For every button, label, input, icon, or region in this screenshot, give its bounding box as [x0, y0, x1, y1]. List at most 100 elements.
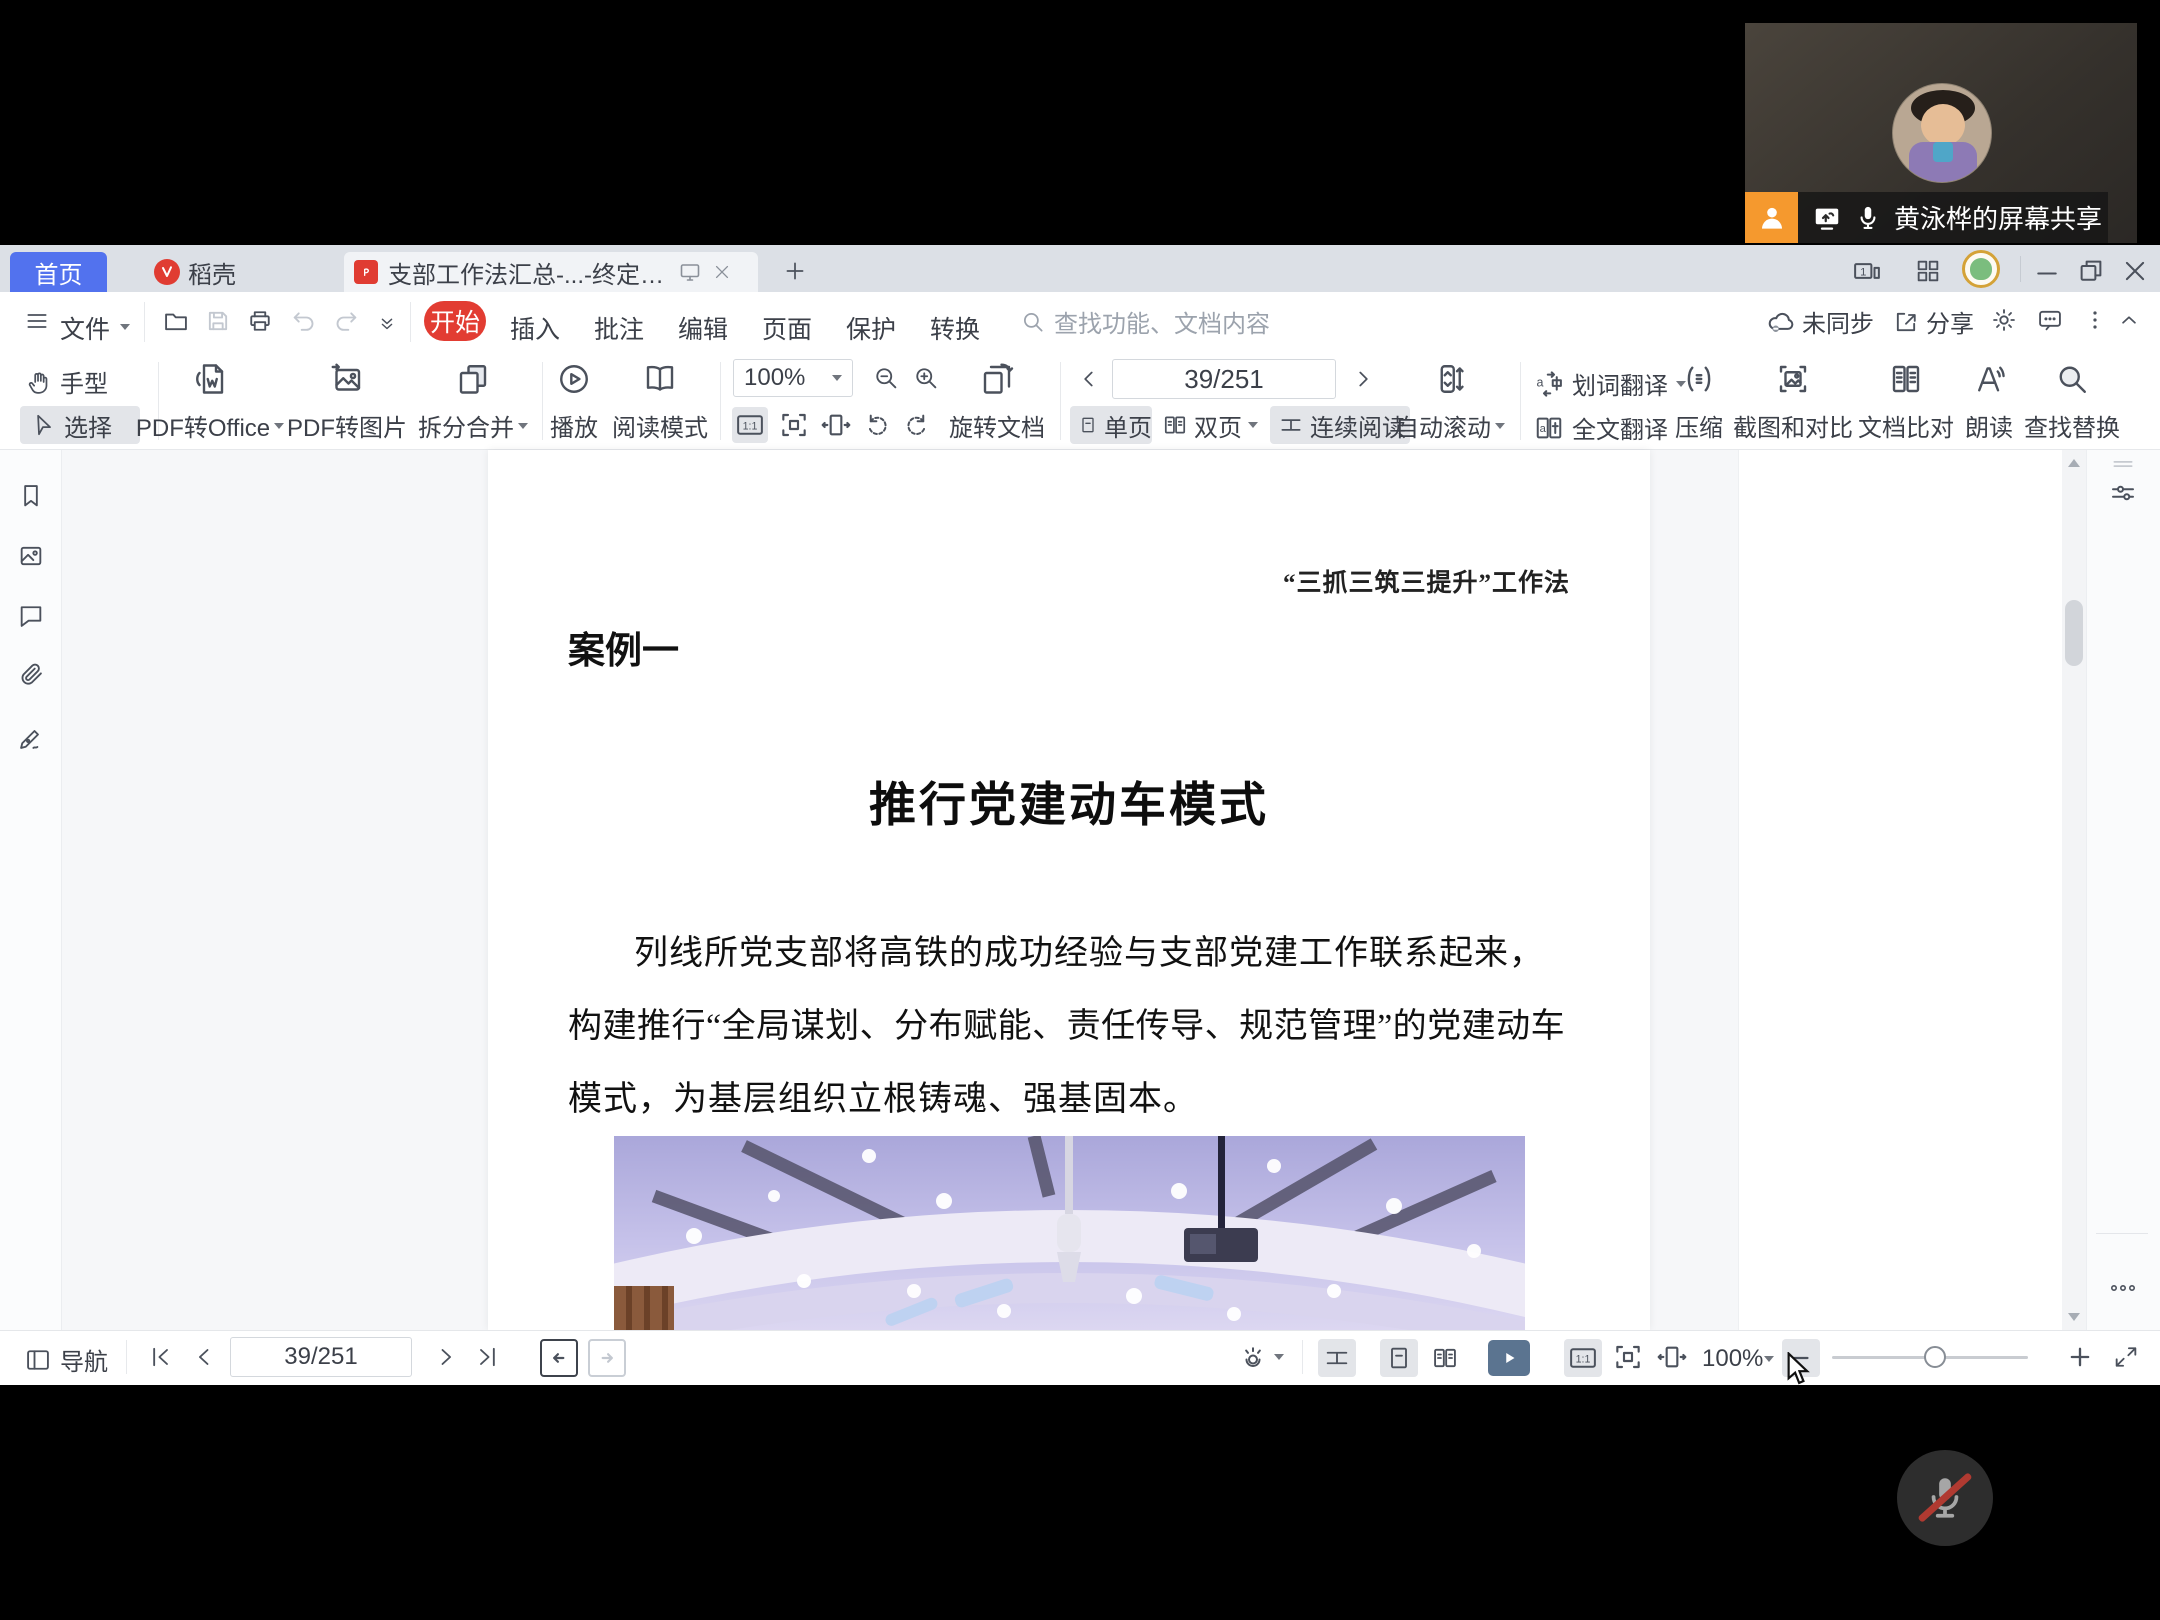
history-back-button[interactable] [540, 1339, 578, 1377]
compress-tool[interactable]: 压缩 [1668, 358, 1730, 446]
file-menu[interactable]: 文件 [60, 310, 110, 346]
minimize-icon[interactable] [2032, 256, 2062, 286]
pdf-to-image-tool[interactable]: PDF转图片 [286, 358, 408, 446]
sync-status[interactable]: 未同步 [1766, 304, 1874, 339]
read-aloud-tool[interactable]: 朗读 [1960, 358, 2018, 446]
scrollbar-thumb[interactable] [2065, 600, 2083, 666]
search-box[interactable]: 查找功能、文档内容 [1020, 304, 1270, 339]
tab-document[interactable]: 支部工作法汇总-...-终定稿.pdf [344, 252, 758, 292]
rail-adjust-sliders-icon[interactable] [2108, 478, 2138, 508]
last-page-icon[interactable] [474, 1343, 502, 1371]
fullscreen-icon[interactable] [2112, 1343, 2140, 1371]
eye-protect-toggle[interactable] [1238, 1342, 1284, 1372]
screenshot-compare-tool[interactable]: 截图和对比 [1730, 358, 1856, 446]
fit-width-icon[interactable] [820, 409, 852, 441]
signature-panel-icon[interactable] [17, 724, 45, 752]
collapse-ribbon-icon[interactable] [2116, 307, 2142, 333]
save-icon[interactable] [204, 307, 232, 335]
open-file-icon[interactable] [162, 307, 190, 335]
play-tool[interactable]: 播放 [546, 358, 602, 446]
right-tool-rail [2086, 450, 2160, 1330]
ribbon-tab-page[interactable]: 页面 [762, 310, 812, 346]
zoom-slider-knob[interactable] [1924, 1346, 1946, 1368]
double-page-button[interactable]: 双页 [1158, 406, 1264, 444]
doc-compare-tool[interactable]: 文档比对 [1856, 358, 1956, 446]
status-continuous-button[interactable] [1318, 1339, 1356, 1377]
actual-size-button[interactable]: 1:1 [732, 407, 768, 443]
rail-drag-handle-icon[interactable] [2110, 457, 2136, 471]
fit-page-icon[interactable] [1612, 1341, 1644, 1373]
settings-gear-icon[interactable] [1990, 306, 2018, 334]
auto-scroll-tool[interactable]: 自动滚动 [1392, 358, 1508, 446]
ribbon-tab-start[interactable]: 开始 [424, 301, 486, 341]
redo-icon[interactable] [332, 307, 360, 335]
fit-page-icon[interactable] [778, 409, 810, 441]
comments-panel-icon[interactable] [17, 602, 45, 630]
find-replace-tool[interactable]: 查找替换 [2020, 358, 2124, 446]
single-window-icon[interactable]: 1 [1852, 256, 1882, 286]
status-play-button[interactable] [1488, 1340, 1530, 1376]
full-translate-tool[interactable]: a 全文翻译 [1534, 410, 1668, 445]
zoom-plus-icon[interactable] [2066, 1343, 2094, 1371]
close-tab-icon[interactable] [712, 262, 732, 282]
status-page-box[interactable]: 39/251 [230, 1337, 412, 1377]
zoom-out-icon[interactable] [872, 364, 900, 392]
tab-grid-icon[interactable] [1914, 257, 1942, 285]
rotate-ccw-icon[interactable] [862, 410, 892, 440]
rotate-doc-tool[interactable]: 旋转文档 [944, 358, 1050, 446]
share-button[interactable]: 分享 [1892, 304, 1974, 339]
print-icon[interactable] [246, 307, 274, 335]
ribbon-tab-convert[interactable]: 转换 [930, 310, 980, 346]
new-tab-icon[interactable] [782, 258, 808, 284]
scroll-up-icon[interactable] [2067, 458, 2081, 468]
fit-width-icon[interactable] [1656, 1341, 1688, 1373]
zoom-in-icon[interactable] [912, 364, 940, 392]
status-double-page-button[interactable] [1426, 1339, 1464, 1377]
next-page-icon[interactable] [432, 1343, 460, 1371]
word-translate-tool[interactable]: a 划词翻译 [1534, 366, 1686, 401]
navigation-toggle[interactable]: 导航 [24, 1342, 108, 1377]
toolbar-divider [542, 362, 543, 440]
select-tool[interactable]: 选择 [20, 406, 140, 444]
single-page-button[interactable]: 单页 [1070, 406, 1152, 444]
prev-page-icon[interactable] [1076, 366, 1102, 392]
more-commands-icon[interactable] [376, 312, 398, 334]
status-actual-size-button[interactable]: 1:1 [1564, 1339, 1602, 1377]
ribbon-tab-protect[interactable]: 保护 [846, 310, 896, 346]
bookmarks-panel-icon[interactable] [17, 482, 45, 510]
ribbon-tab-edit[interactable]: 编辑 [678, 310, 728, 346]
reading-mode-tool[interactable]: 阅读模式 [608, 358, 712, 446]
split-merge-tool[interactable]: 拆分合并 [412, 358, 534, 446]
scroll-down-icon[interactable] [2067, 1312, 2081, 1322]
ribbon-tab-comment[interactable]: 批注 [594, 310, 644, 346]
rail-more-icon[interactable] [2108, 1280, 2138, 1296]
main-menu-icon[interactable] [24, 308, 50, 334]
attachments-panel-icon[interactable] [17, 660, 45, 688]
mute-mic-button[interactable] [1897, 1450, 1993, 1546]
ribbon-tab-insert[interactable]: 插入 [510, 310, 560, 346]
history-forward-button[interactable] [588, 1339, 626, 1377]
account-avatar[interactable] [1962, 250, 2000, 288]
feedback-comment-icon[interactable] [2036, 306, 2064, 334]
zoom-select[interactable]: 100% [733, 359, 853, 397]
presentation-monitor-icon[interactable] [678, 260, 702, 284]
next-page-icon[interactable] [1350, 366, 1376, 392]
rotate-cw-icon[interactable] [902, 410, 932, 440]
tab-home[interactable]: 首页 [10, 252, 107, 292]
tab-docer[interactable]: 稻壳 [138, 252, 318, 292]
hand-tool[interactable]: 手型 [26, 364, 108, 399]
close-window-icon[interactable] [2120, 256, 2150, 286]
presenter-video-tile[interactable]: 黄泳桦的屏幕共享 [1745, 23, 2137, 243]
prev-page-icon[interactable] [190, 1343, 218, 1371]
restore-window-icon[interactable] [2076, 256, 2106, 286]
vertical-scrollbar[interactable] [2062, 450, 2086, 1330]
first-page-icon[interactable] [146, 1343, 174, 1371]
continuous-button[interactable]: 连续阅读 [1270, 406, 1410, 444]
images-panel-icon[interactable] [17, 542, 45, 570]
status-single-page-button[interactable] [1380, 1339, 1418, 1377]
undo-icon[interactable] [290, 307, 318, 335]
page-indicator-box[interactable]: 39/251 [1112, 359, 1336, 399]
more-options-icon[interactable] [2082, 307, 2108, 333]
pdf-to-office-tool[interactable]: PDF转Office [132, 358, 288, 446]
status-zoom-value[interactable]: 100% [1702, 1345, 1763, 1373]
